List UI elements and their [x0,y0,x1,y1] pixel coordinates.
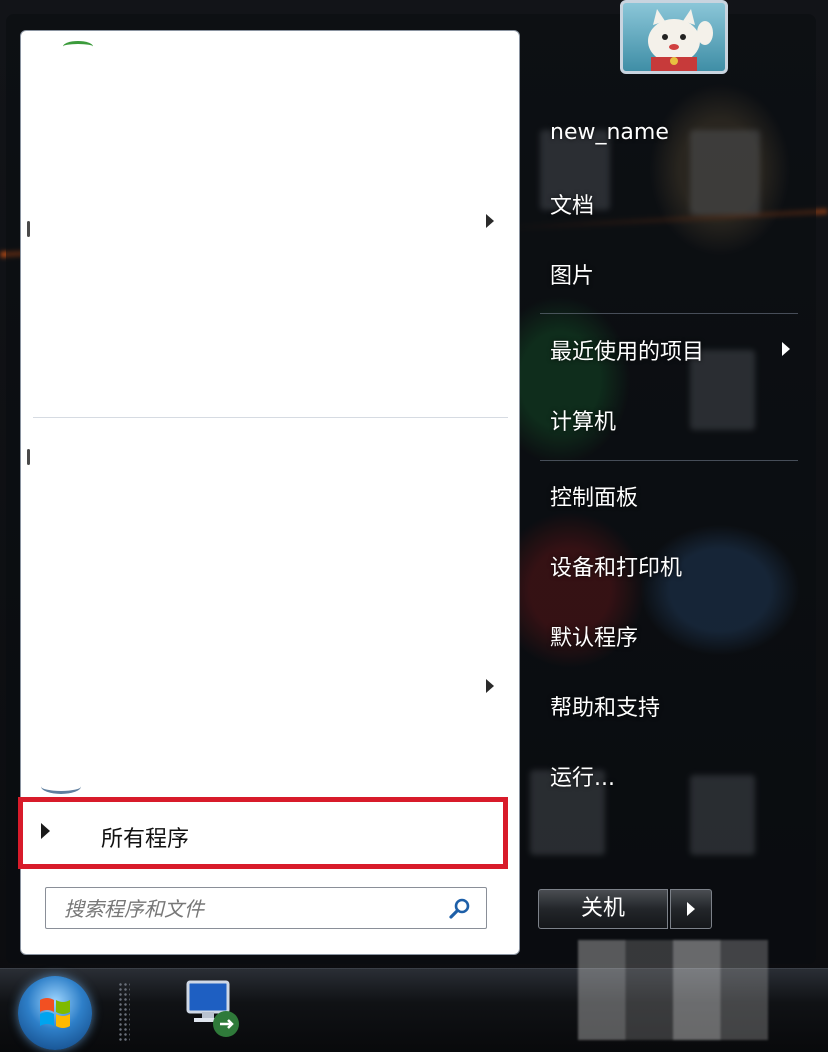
search-input[interactable] [62,894,436,924]
start-item-devices-printers[interactable]: 设备和打印机 [550,550,682,582]
remote-desktop-icon[interactable] [180,976,246,1042]
start-item-help-support[interactable]: 帮助和支持 [550,690,660,722]
shutdown-options-button[interactable] [670,889,712,929]
windows-logo-icon [40,998,70,1028]
program-icon[interactable] [41,779,81,794]
search-icon[interactable] [448,897,472,921]
pixelated-region [578,940,768,1040]
right-pane-divider [540,313,798,314]
jumplist-arrow-icon[interactable] [486,679,494,693]
lucky-cat-icon [648,9,713,71]
start-orb-button[interactable] [18,976,92,1050]
expand-arrow-icon [41,823,50,839]
user-avatar[interactable] [620,0,728,74]
start-item-computer[interactable]: 计算机 [550,404,616,436]
all-programs-button[interactable]: 所有程序 [18,797,508,869]
shutdown-arrow-icon [687,902,695,916]
right-pane-divider [540,460,798,461]
program-icon[interactable] [63,41,93,52]
all-programs-label: 所有程序 [101,827,190,852]
start-item-recent-items[interactable]: 最近使用的项目 [550,334,704,366]
start-item-username[interactable]: new_name [550,120,669,145]
start-item-control-panel[interactable]: 控制面板 [550,480,638,512]
search-box[interactable] [45,887,487,929]
recent-programs-area [21,419,519,789]
start-item-run[interactable]: 运行... [550,760,615,792]
program-icon-edge [27,449,30,465]
jumplist-arrow-icon[interactable] [486,214,494,228]
taskbar-grip[interactable] [118,982,130,1042]
recent-items-arrow-icon[interactable] [782,342,790,356]
left-pane-divider [33,417,508,418]
start-item-documents[interactable]: 文档 [550,188,594,220]
start-item-default-programs[interactable]: 默认程序 [550,620,638,652]
start-item-pictures[interactable]: 图片 [550,258,594,290]
shutdown-button[interactable]: 关机 [538,889,668,929]
pinned-programs-area [21,31,519,416]
program-icon-edge [27,221,30,237]
